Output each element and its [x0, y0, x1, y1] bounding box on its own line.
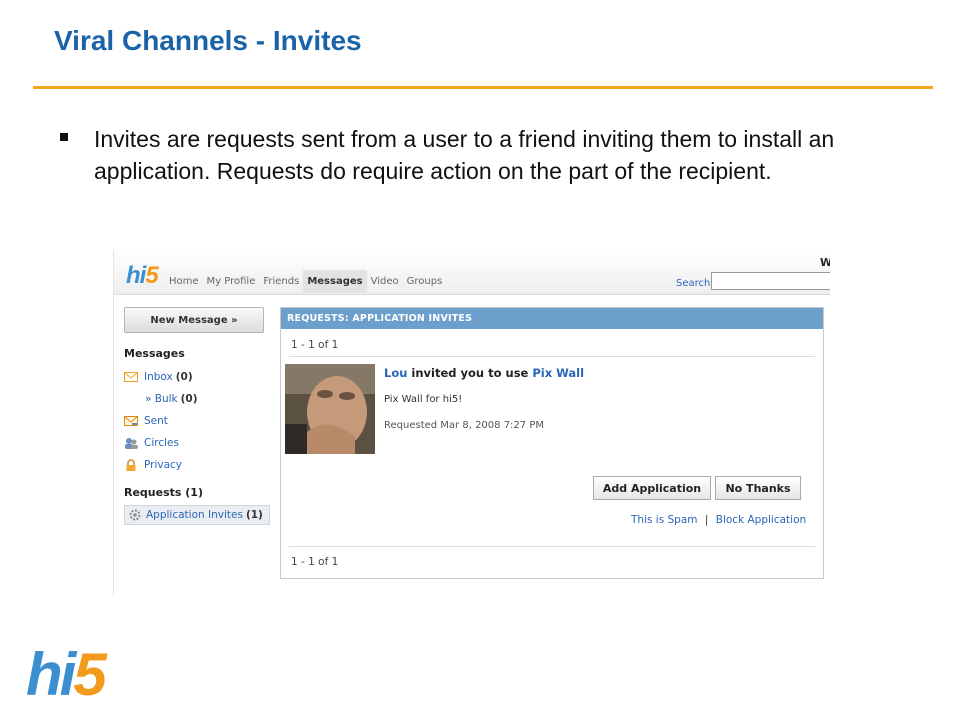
gear-icon [129, 509, 141, 521]
hi5-footer-logo: hi5 [26, 640, 107, 710]
messages-sidebar: New Message » Messages Inbox (0) » Bulk (0… [124, 307, 274, 525]
sent-label: Sent [144, 415, 168, 427]
new-message-button[interactable]: New Message » [124, 307, 264, 333]
bulk-count: (0) [180, 393, 198, 405]
nav-groups[interactable]: Groups [403, 270, 447, 293]
add-application-button[interactable]: Add Application [593, 476, 711, 500]
footer-logo-hi: hi [26, 641, 76, 708]
invite-middle-text: invited you to use [407, 366, 533, 380]
bullet-square-icon [60, 133, 68, 141]
application-invites-count: (1) [245, 509, 263, 521]
sender-link[interactable]: Lou [384, 366, 407, 380]
hi5-logo[interactable]: hi5 [126, 262, 159, 290]
no-thanks-button[interactable]: No Thanks [715, 476, 801, 500]
inbox-count: (0) [175, 371, 193, 383]
bulk-label: » Bulk [145, 393, 178, 405]
circles-label: Circles [144, 437, 179, 449]
search-input[interactable] [711, 272, 830, 290]
envelope-icon [124, 371, 138, 383]
people-icon [124, 437, 138, 449]
bullet-text: Invites are requests sent from a user to… [94, 126, 835, 184]
slide-title: Viral Channels - Invites [54, 25, 362, 56]
search-link[interactable]: Search [676, 278, 710, 289]
sidebar-item-sent[interactable]: Sent [124, 410, 274, 432]
sidebar-item-bulk[interactable]: » Bulk (0) [124, 388, 274, 410]
pager-top: 1 - 1 of 1 [291, 339, 339, 351]
sent-envelope-icon [124, 415, 138, 427]
sender-photo[interactable] [285, 364, 375, 454]
footer-logo-5: 5 [73, 641, 106, 708]
nav-my-profile[interactable]: My Profile [203, 270, 260, 293]
messages-heading: Messages [124, 347, 185, 360]
invite-title: Lou invited you to use Pix Wall [384, 366, 584, 380]
divider [289, 356, 815, 357]
nav-messages[interactable]: Messages [303, 270, 367, 293]
bullet-point: Invites are requests sent from a user to… [60, 123, 880, 187]
nav-friends[interactable]: Friends [259, 270, 303, 293]
link-separator: | [704, 514, 709, 526]
inbox-label: Inbox [144, 371, 173, 383]
hi5-screenshot: hi5 Home My Profile Friends Messages Vid… [113, 250, 830, 596]
this-is-spam-link[interactable]: This is Spam [631, 514, 698, 526]
sidebar-item-circles[interactable]: Circles [124, 432, 274, 454]
privacy-label: Privacy [144, 459, 183, 471]
application-invites-label: Application Invites [146, 509, 243, 521]
panel-header: REQUESTS: APPLICATION INVITES [281, 308, 823, 329]
invite-description: Pix Wall for hi5! [384, 394, 463, 405]
requests-heading: Requests (1) [124, 486, 203, 499]
sidebar-item-application-invites[interactable]: Application Invites (1) [124, 505, 270, 525]
cropped-header-text: W [820, 256, 830, 269]
invites-panel: REQUESTS: APPLICATION INVITES 1 - 1 of 1… [280, 307, 824, 579]
action-links: This is Spam | Block Application [631, 514, 806, 526]
nav-video[interactable]: Video [367, 270, 403, 293]
top-bar: hi5 Home My Profile Friends Messages Vid… [114, 250, 830, 295]
divider [289, 546, 815, 547]
logo-5: 5 [145, 262, 158, 289]
sidebar-item-privacy[interactable]: Privacy [124, 454, 274, 476]
block-application-link[interactable]: Block Application [716, 514, 806, 526]
title-divider [33, 86, 933, 89]
main-nav: Home My Profile Friends Messages Video G… [165, 270, 446, 293]
app-link[interactable]: Pix Wall [532, 366, 584, 380]
sidebar-item-inbox[interactable]: Inbox (0) [124, 366, 274, 388]
lock-icon [124, 459, 138, 471]
invite-timestamp: Requested Mar 8, 2008 7:27 PM [384, 420, 544, 431]
pager-bottom: 1 - 1 of 1 [291, 556, 339, 568]
logo-hi: hi [126, 262, 146, 289]
nav-home[interactable]: Home [165, 270, 203, 293]
